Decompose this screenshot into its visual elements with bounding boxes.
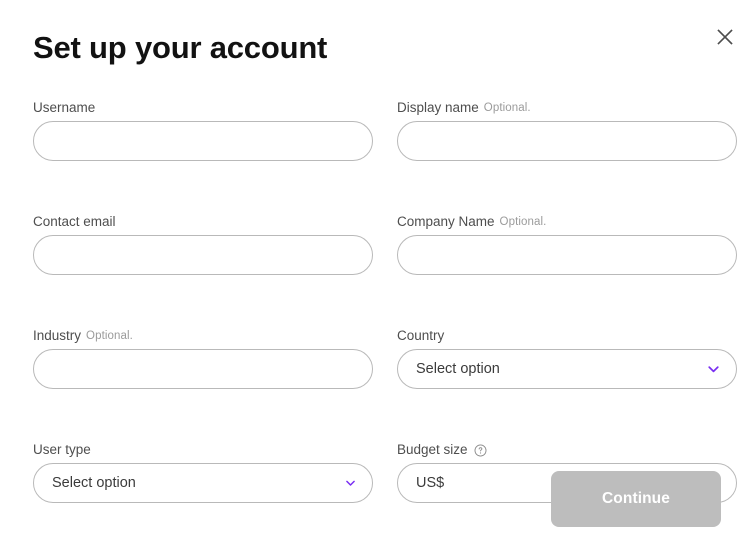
close-button[interactable] xyxy=(710,22,740,52)
field-label: User type xyxy=(33,442,373,458)
close-icon xyxy=(715,27,735,47)
form-row: Industry Optional. Country Select option xyxy=(33,328,737,389)
help-circle-icon[interactable] xyxy=(474,444,487,457)
account-setup-form: Username Display name Optional. Contact … xyxy=(33,100,737,503)
field-label-text: Contact email xyxy=(33,214,116,229)
username-input[interactable] xyxy=(33,121,373,161)
field-label-text: Industry xyxy=(33,328,82,343)
dialog-footer: Continue xyxy=(33,471,721,527)
select-value: Select option xyxy=(416,361,500,377)
field-label: Industry Optional. xyxy=(33,328,373,344)
chevron-down-icon xyxy=(706,362,721,377)
field-label-text: Display name xyxy=(397,100,479,115)
field-label-text: Country xyxy=(397,328,445,343)
field-label: Company Name Optional. xyxy=(397,214,737,230)
contact-email-input[interactable] xyxy=(33,235,373,275)
field-label: Contact email xyxy=(33,214,373,230)
company-name-input[interactable] xyxy=(397,235,737,275)
field-label: Budget size xyxy=(397,442,737,458)
form-row: Username Display name Optional. xyxy=(33,100,737,161)
field-display-name: Display name Optional. xyxy=(397,100,737,161)
field-username: Username xyxy=(33,100,373,161)
field-industry: Industry Optional. xyxy=(33,328,373,389)
field-label-text: Budget size xyxy=(397,442,468,457)
field-label: Country xyxy=(397,328,737,344)
field-label-text: Company Name xyxy=(397,214,495,229)
display-name-input[interactable] xyxy=(397,121,737,161)
optional-tag: Optional. xyxy=(86,330,133,342)
continue-button[interactable]: Continue xyxy=(551,471,721,527)
optional-tag: Optional. xyxy=(499,216,547,228)
country-select[interactable]: Select option xyxy=(397,349,737,389)
field-label: Display name Optional. xyxy=(397,100,737,116)
setup-account-dialog: Set up your account Username Display nam… xyxy=(0,0,754,549)
page-title: Set up your account xyxy=(33,30,328,65)
industry-input[interactable] xyxy=(33,349,373,389)
field-label-text: Username xyxy=(33,100,96,115)
field-contact-email: Contact email xyxy=(33,214,373,275)
field-label: Username xyxy=(33,100,373,116)
field-country: Country Select option xyxy=(397,328,737,389)
field-company-name: Company Name Optional. xyxy=(397,214,737,275)
form-row: Contact email Company Name Optional. xyxy=(33,214,737,275)
field-label-text: User type xyxy=(33,442,91,457)
optional-tag: Optional. xyxy=(483,102,531,114)
